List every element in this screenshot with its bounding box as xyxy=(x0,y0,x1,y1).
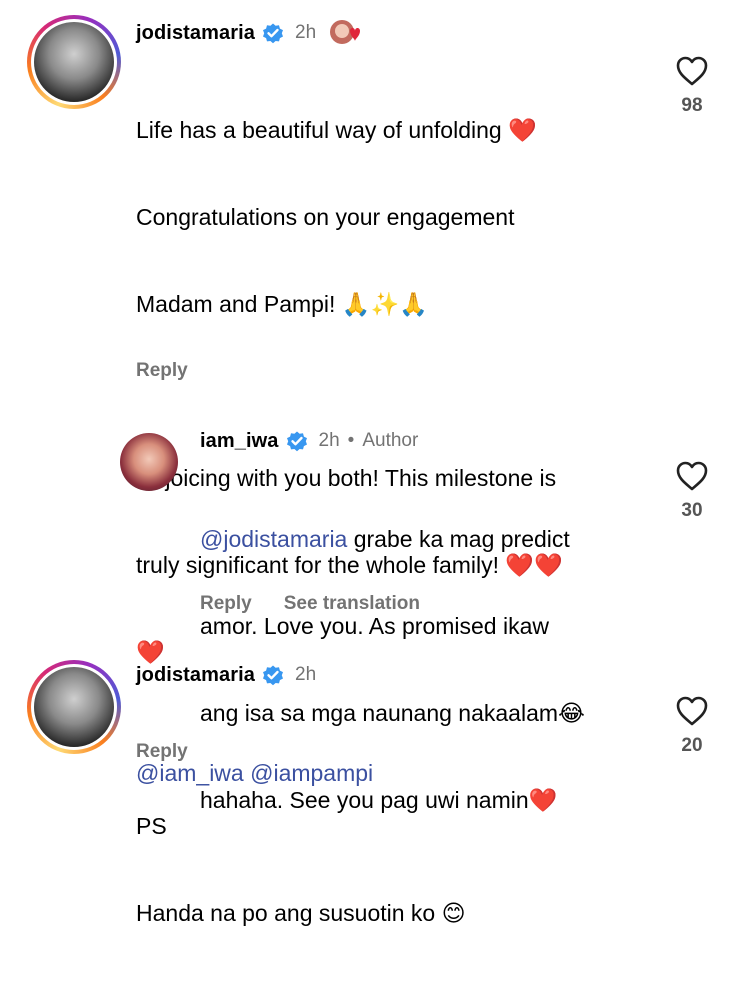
mention-link[interactable]: @iam_iwa xyxy=(136,760,244,786)
comment-reply: iam_iwa 2h • Author @jodistamaria grabe … xyxy=(0,400,750,813)
see-translation-button[interactable]: See translation xyxy=(284,593,420,615)
reply-button[interactable]: Reply xyxy=(136,360,188,382)
avatar-sticker-icon xyxy=(330,20,361,44)
reply-button[interactable]: Reply xyxy=(200,593,252,615)
separator: • xyxy=(347,430,355,451)
comment-line: amor. Love you. As promised ikaw xyxy=(200,613,549,639)
username[interactable]: jodistamaria xyxy=(136,664,255,687)
timestamp: 2h xyxy=(295,22,317,43)
avatar[interactable] xyxy=(34,667,114,747)
author-label: Author xyxy=(362,430,419,451)
username[interactable]: jodistamaria xyxy=(136,22,255,45)
mention-link[interactable]: @jodistamaria xyxy=(200,526,347,552)
heart-icon[interactable] xyxy=(675,460,709,492)
verified-badge-icon xyxy=(286,431,307,452)
story-ring[interactable] xyxy=(27,15,121,109)
comment-text: grabe ka mag predict xyxy=(347,526,570,552)
verified-badge-icon xyxy=(263,23,284,44)
comment: jodistamaria 2h @iam_iwa @iampampi Reply… xyxy=(0,640,750,793)
story-ring[interactable] xyxy=(27,660,121,754)
reply-button[interactable]: Reply xyxy=(136,741,188,763)
comment: jodistamaria 2h Life has a beautiful way… xyxy=(0,0,750,926)
timestamp: 2h xyxy=(318,430,340,451)
heart-icon[interactable] xyxy=(675,55,709,87)
avatar[interactable] xyxy=(120,433,178,491)
like-count: 30 xyxy=(681,500,703,521)
mention-link[interactable]: @iampampi xyxy=(250,760,373,786)
like-count: 98 xyxy=(681,95,703,116)
verified-badge-icon xyxy=(263,665,284,686)
avatar[interactable] xyxy=(34,22,114,102)
comment-line: Madam and Pampi! 🙏✨🙏 xyxy=(136,291,428,317)
username[interactable]: iam_iwa xyxy=(200,430,279,453)
timestamp: 2h xyxy=(295,664,317,685)
heart-icon[interactable] xyxy=(675,695,709,727)
comment-line: Handa na po ang susuotin ko 😊 xyxy=(136,900,466,926)
comment-line: Congratulations on your engagement xyxy=(136,204,515,230)
comment-line: Life has a beautiful way of unfolding ❤️ xyxy=(136,117,537,143)
like-count: 20 xyxy=(681,735,703,756)
